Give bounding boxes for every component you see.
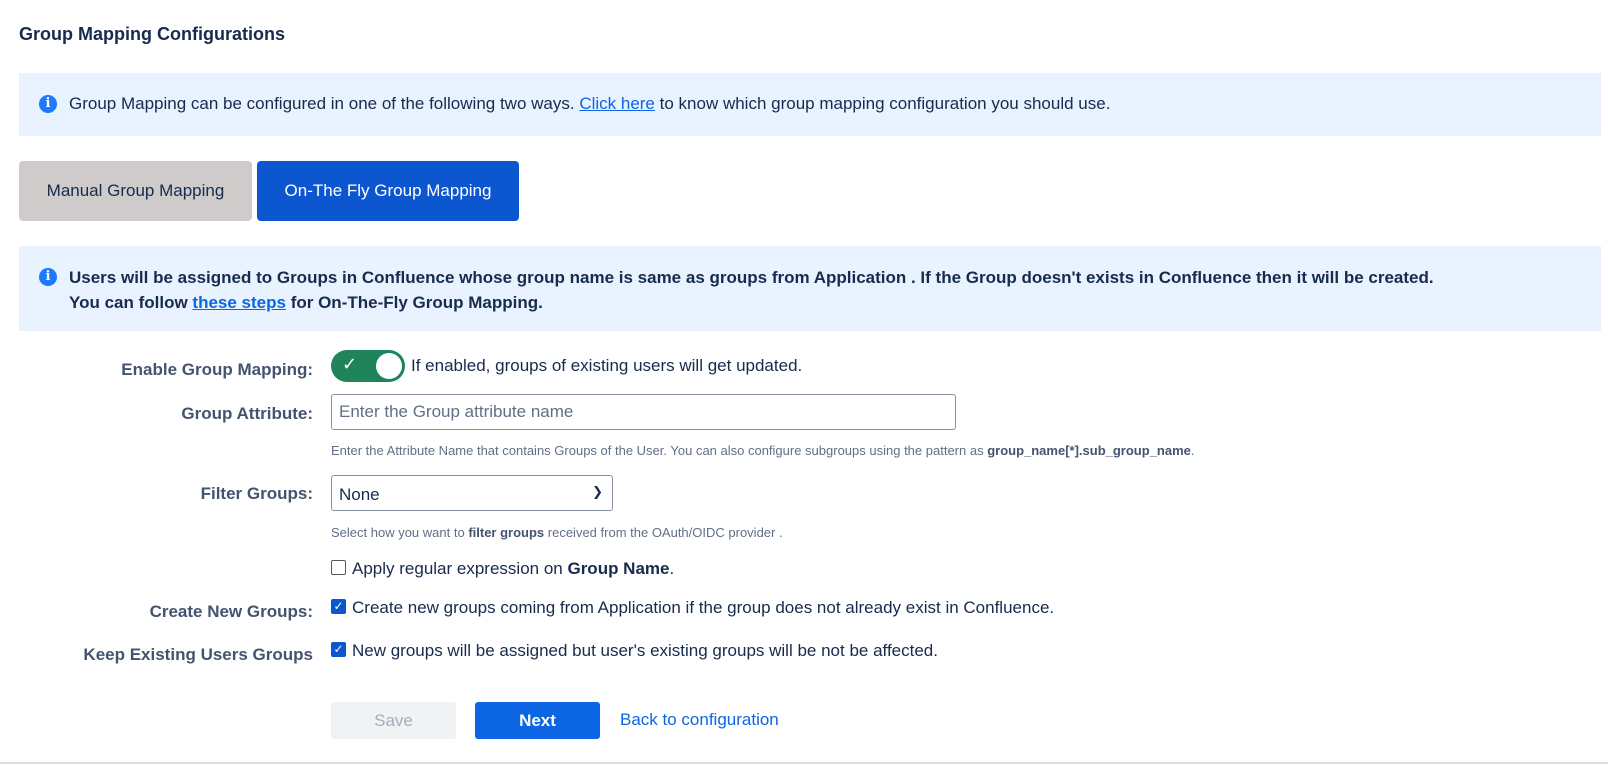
group-attribute-help-before: Enter the Attribute Name that contains G… [331, 443, 988, 458]
apply-regex-text-after: . [669, 559, 675, 578]
create-new-groups-label: Create New Groups: [149, 602, 313, 621]
enable-group-mapping-toggle[interactable]: ✓ [331, 350, 405, 382]
otf-banner-line2-before: You can follow [69, 293, 193, 312]
chevron-down-icon: ❯ [592, 484, 603, 499]
enable-group-mapping-description: If enabled, groups of existing users wil… [411, 356, 803, 375]
filter-groups-help-after: received from the OAuth/OIDC provider . [544, 525, 783, 540]
info-banner-text-after: to know which group mapping configuratio… [654, 94, 1111, 113]
tab-manual-group-mapping[interactable]: Manual Group Mapping [19, 161, 252, 221]
apply-regex-text-bold: Group Name [567, 559, 670, 578]
back-to-configuration-link[interactable]: Back to configuration [620, 710, 779, 730]
otf-banner-line2-after: for On-The-Fly Group Mapping. [285, 293, 543, 312]
info-banner: i Group Mapping can be configured in one… [19, 73, 1601, 136]
filter-groups-help-before: Select how you want to [331, 525, 469, 540]
info-icon: i [39, 95, 57, 113]
group-attribute-label: Group Attribute: [181, 404, 313, 423]
info-banner-text-before: Group Mapping can be configured in one o… [69, 94, 580, 113]
check-icon: ✓ [342, 354, 358, 374]
create-new-groups-checkbox[interactable]: ✓ [331, 599, 346, 614]
page-title: Group Mapping Configurations [19, 24, 285, 44]
apply-regex-label: Apply regular expression on Group Name. [352, 559, 674, 579]
filter-groups-select[interactable]: None ❯ [331, 475, 613, 511]
create-new-groups-text: Create new groups coming from Applicatio… [352, 598, 1055, 617]
keep-existing-groups-label: Keep Existing Users Groups [83, 645, 313, 664]
keep-existing-groups-checkbox[interactable]: ✓ [331, 642, 346, 657]
group-attribute-input[interactable] [331, 394, 956, 430]
otf-info-banner: i Users will be assigned to Groups in Co… [19, 246, 1601, 331]
info-banner-text: Group Mapping can be configured in one o… [69, 94, 1110, 114]
filter-groups-selected-value: None [339, 485, 380, 504]
apply-regex-checkbox[interactable] [331, 560, 346, 575]
group-attribute-help: Enter the Attribute Name that contains G… [331, 443, 1195, 458]
toggle-knob [376, 353, 402, 379]
group-attribute-help-after: . [1190, 443, 1195, 458]
filter-groups-help-bold: filter groups [468, 525, 545, 540]
apply-regex-text-before: Apply regular expression on [352, 559, 568, 578]
save-button[interactable]: Save [331, 702, 456, 739]
enable-group-mapping-label: Enable Group Mapping: [121, 360, 313, 379]
keep-existing-groups-text: New groups will be assigned but user's e… [352, 641, 938, 660]
divider [0, 762, 1608, 764]
otf-banner-line2: You can follow these steps for On-The-Fl… [69, 290, 1434, 315]
otf-banner-text: Users will be assigned to Groups in Conf… [69, 265, 1434, 315]
filter-groups-label: Filter Groups: [200, 484, 313, 503]
these-steps-link[interactable]: these steps [192, 293, 286, 312]
info-icon: i [39, 268, 57, 286]
next-button[interactable]: Next [475, 702, 600, 739]
click-here-link[interactable]: Click here [579, 94, 655, 113]
group-attribute-help-pattern: group_name[*].sub_group_name [987, 443, 1191, 458]
filter-groups-help: Select how you want to filter groups rec… [331, 525, 783, 540]
tab-on-the-fly-group-mapping[interactable]: On-The Fly Group Mapping [257, 161, 519, 221]
otf-banner-line1: Users will be assigned to Groups in Conf… [69, 268, 1434, 287]
